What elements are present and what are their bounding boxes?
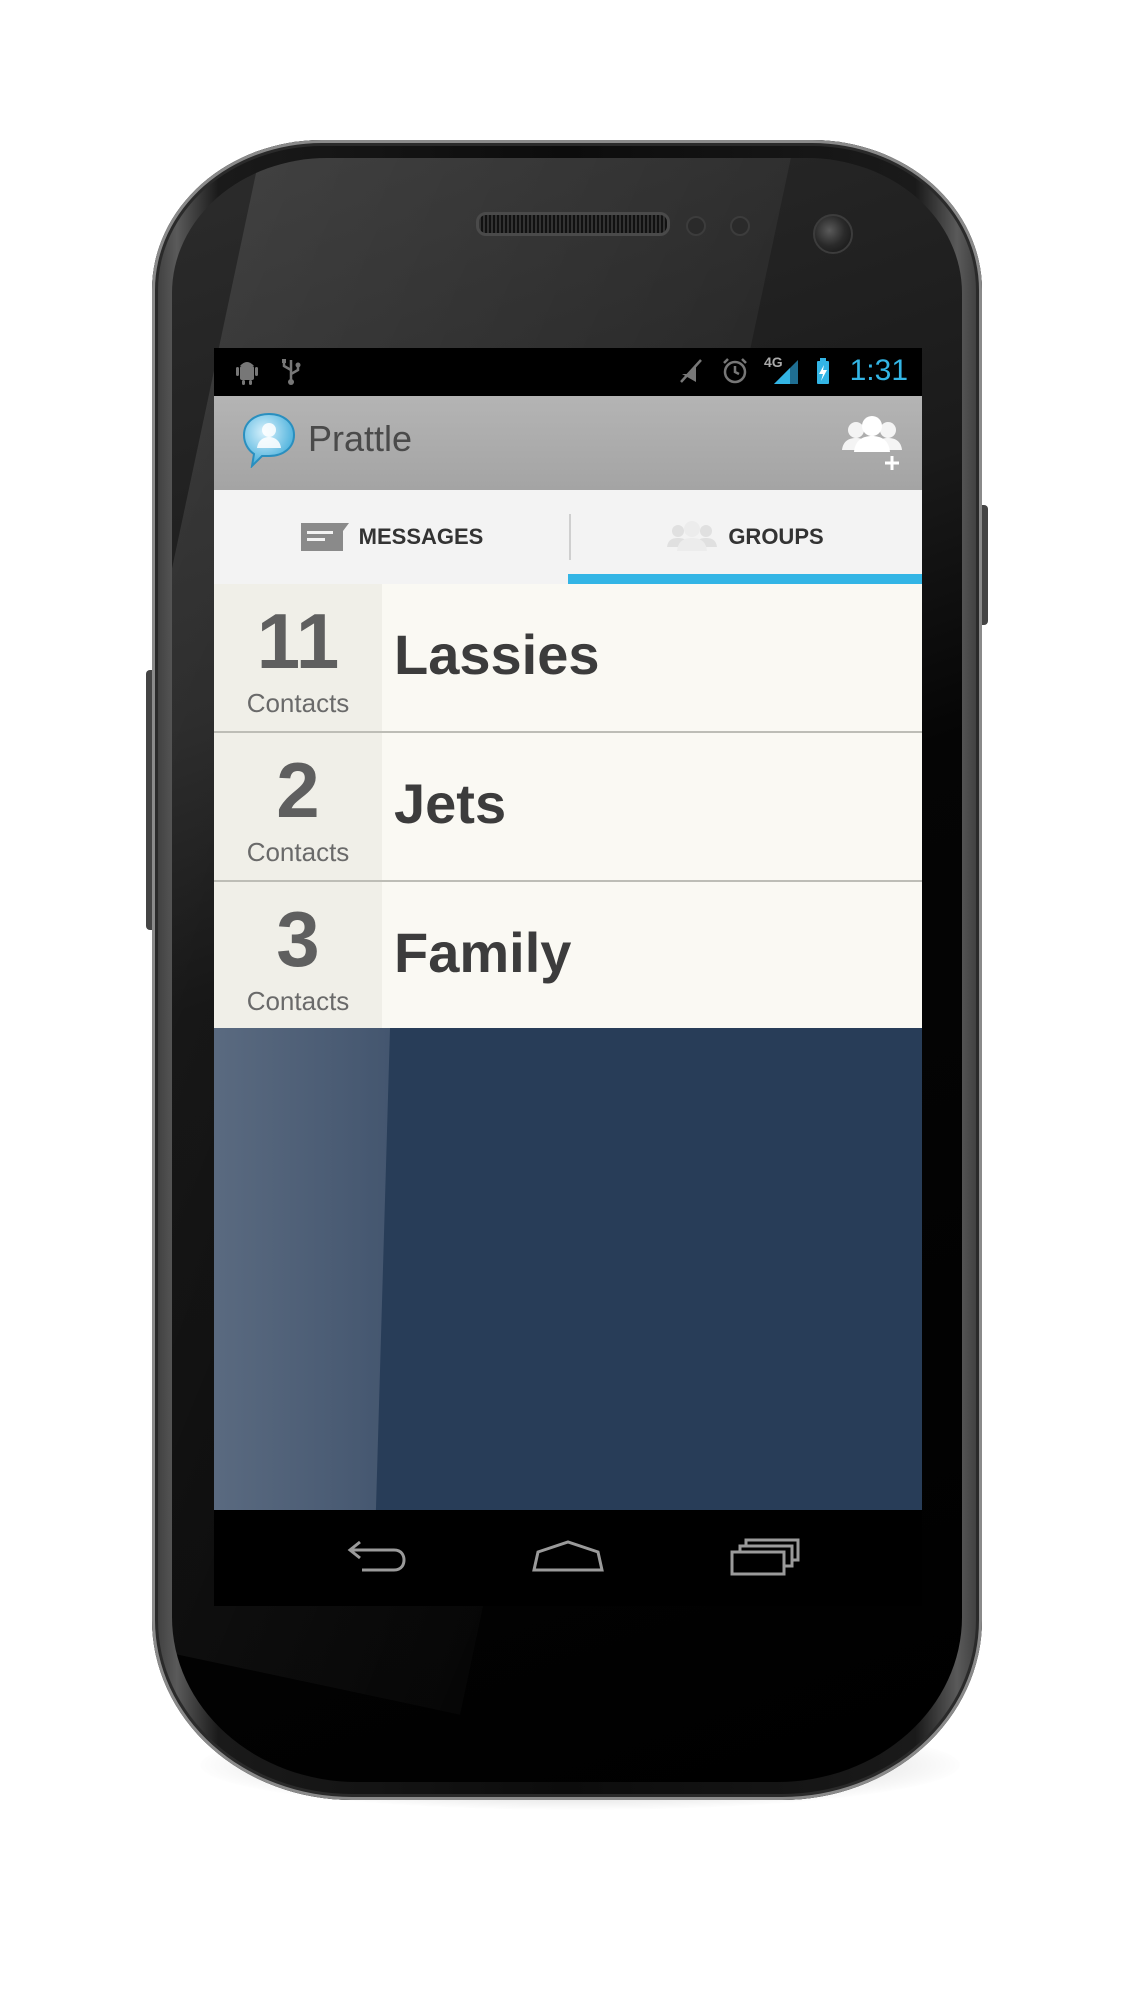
back-icon[interactable]	[332, 1530, 412, 1586]
status-bar: 4G 1:31	[214, 348, 922, 396]
group-count-column: 3 Contacts	[214, 882, 382, 1029]
earpiece-speaker	[476, 212, 670, 236]
tab-groups[interactable]: GROUPS	[568, 490, 922, 584]
group-count-column: 2 Contacts	[214, 733, 382, 880]
navigation-bar	[214, 1510, 922, 1606]
recent-apps-icon[interactable]	[724, 1530, 804, 1586]
mute-icon	[680, 359, 702, 383]
tab-messages[interactable]: MESSAGES	[214, 490, 568, 584]
group-name: Lassies	[394, 623, 600, 686]
android-debug-icon	[236, 362, 258, 385]
action-bar: Prattle	[214, 396, 922, 490]
group-contact-count: 2	[276, 746, 320, 834]
signal-icon	[774, 360, 798, 384]
light-sensor	[730, 216, 750, 236]
proximity-sensor	[686, 216, 706, 236]
message-icon	[300, 523, 349, 551]
tab-groups-label: GROUPS	[728, 524, 824, 549]
status-time: 1:31	[849, 354, 908, 387]
group-contact-count-label: Contacts	[246, 688, 350, 718]
selected-tab-indicator	[568, 574, 922, 584]
group-contact-count-label: Contacts	[246, 837, 350, 867]
add-group-icon[interactable]	[840, 410, 904, 472]
empty-list-area	[214, 1028, 922, 1510]
group-icon	[667, 521, 718, 551]
usb-icon	[282, 359, 301, 385]
list-item[interactable]: 2 Contacts Jets	[214, 733, 922, 882]
battery-icon	[817, 358, 829, 384]
alarm-icon	[723, 358, 747, 384]
tab-messages-label: MESSAGES	[358, 524, 484, 549]
chat-bubble-icon[interactable]	[240, 410, 298, 468]
tab-bar: MESSAGES GROUPS	[214, 490, 922, 585]
list-item[interactable]: 3 Contacts Family	[214, 882, 922, 1031]
group-count-column: 11 Contacts	[214, 584, 382, 731]
group-contact-count-label: Contacts	[246, 986, 350, 1016]
group-contact-count: 3	[276, 895, 320, 983]
list-item[interactable]: 11 Contacts Lassies	[214, 584, 922, 733]
front-camera	[813, 214, 853, 254]
group-name: Family	[394, 921, 572, 984]
app-title: Prattle	[308, 418, 413, 459]
group-name: Jets	[394, 772, 507, 835]
group-contact-count: 11	[256, 597, 340, 685]
group-list: 11 Contacts Lassies 2 Contacts Jets 3 Co…	[214, 584, 922, 1031]
home-icon[interactable]	[528, 1530, 608, 1586]
screen: 4G 1:31 Prattle MESSAGES GROUPS 11 Conta…	[214, 348, 922, 1606]
empty-area-column	[214, 1028, 390, 1510]
